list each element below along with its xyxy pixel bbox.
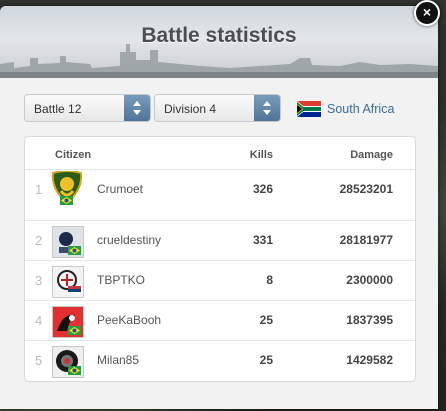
citizen-name-link[interactable]: TBPTKO [97, 273, 145, 287]
citizen-name-link[interactable]: PeeKaBooh [97, 313, 161, 327]
modal-header: Battle statistics [0, 6, 438, 78]
table-row: 4 PeeKaBooh 25 1837395 [25, 300, 415, 341]
serbia-flag-icon [68, 286, 81, 295]
filter-bar: Battle 12 Division 4 South Africa [0, 94, 438, 126]
table-row: 3 TBPTKO 8 2300000 [25, 260, 415, 301]
table-row: 5 Milan85 25 1429582 [25, 340, 415, 381]
brazil-flag-icon [60, 196, 73, 205]
table-row: 2 crueldestiny 331 28181977 [25, 220, 415, 261]
column-header-citizen: Citizen [55, 149, 92, 161]
citizen-name-link[interactable]: Milan85 [97, 353, 139, 367]
avatar[interactable] [49, 171, 85, 205]
close-button[interactable]: × [414, 0, 440, 26]
rank-number: 3 [35, 273, 43, 288]
table-row: 1 Crumoet 326 28523201 [25, 170, 415, 210]
avatar[interactable] [52, 306, 84, 338]
battle-statistics-modal: Battle statistics Battle 12 Division 4 S… [0, 6, 438, 409]
avatar[interactable] [52, 266, 84, 298]
dropdown-arrow-icon[interactable] [124, 95, 150, 121]
kills-value: 25 [259, 313, 273, 327]
battle-select-value: Battle 12 [34, 102, 82, 116]
modal-title: Battle statistics [141, 24, 297, 47]
kills-value: 326 [252, 182, 273, 196]
damage-value: 2300000 [346, 273, 393, 287]
damage-value: 28181977 [339, 233, 393, 247]
column-header-damage: Damage [350, 149, 393, 161]
brazil-flag-icon [68, 246, 81, 255]
citizen-name-link[interactable]: crueldestiny [97, 233, 161, 247]
brazil-flag-icon [68, 366, 81, 375]
kills-value: 331 [252, 233, 273, 247]
damage-value: 1429582 [346, 353, 393, 367]
battle-select[interactable]: Battle 12 [24, 94, 151, 122]
rank-number: 4 [35, 313, 43, 328]
south-africa-flag-icon [297, 101, 321, 117]
kills-value: 25 [259, 353, 273, 367]
rank-number: 5 [35, 353, 43, 368]
country-link[interactable]: South Africa [327, 102, 394, 116]
division-select[interactable]: Division 4 [154, 94, 281, 122]
avatar[interactable] [52, 346, 84, 378]
damage-value: 1837395 [346, 313, 393, 327]
division-select-value: Division 4 [164, 102, 217, 116]
brazil-flag-icon [68, 326, 81, 335]
damage-value: 28523201 [339, 182, 393, 196]
kills-value: 8 [266, 273, 273, 287]
rank-number: 1 [35, 182, 43, 197]
avatar[interactable] [52, 226, 84, 258]
dropdown-arrow-icon[interactable] [254, 95, 280, 121]
citizen-name-link[interactable]: Crumoet [97, 182, 143, 196]
stats-table: Citizen Kills Damage 1 Crumoet 326 28523… [24, 136, 416, 382]
rank-number: 2 [35, 233, 43, 248]
column-header-kills: Kills [249, 149, 273, 161]
